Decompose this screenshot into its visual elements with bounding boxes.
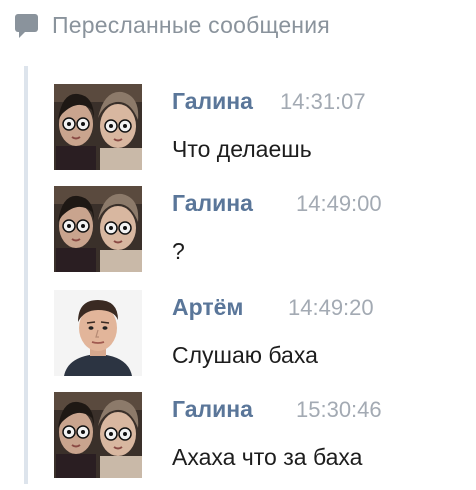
- message-text: Что делаешь: [172, 136, 312, 162]
- message-time[interactable]: 14:31:07: [280, 89, 366, 115]
- avatar[interactable]: [54, 290, 142, 376]
- message-item: Галина 14:31:07 Что делаешь: [52, 84, 462, 174]
- forward-indicator-line: [24, 66, 28, 484]
- message-item: Галина 15:30:46 Ахаха что за баха: [52, 392, 462, 482]
- message-author[interactable]: Галина: [172, 88, 253, 115]
- message-text: Слушаю баха: [172, 342, 318, 368]
- message-text: Ахаха что за баха: [172, 444, 363, 470]
- speech-bubble-icon: [14, 11, 40, 39]
- message-text: ?: [172, 238, 185, 264]
- message-time[interactable]: 15:30:46: [296, 397, 382, 423]
- message-author[interactable]: Артём: [172, 294, 243, 321]
- avatar[interactable]: [54, 392, 142, 478]
- message-item: Галина 14:49:00 ?: [52, 186, 462, 276]
- header-title: Пересланные сообщения: [52, 11, 330, 38]
- message-time[interactable]: 14:49:00: [296, 191, 382, 217]
- forwarded-messages-header: Пересланные сообщения: [14, 10, 330, 40]
- avatar[interactable]: [54, 186, 142, 272]
- message-item: Артём 14:49:20 Слушаю баха: [52, 290, 462, 380]
- avatar[interactable]: [54, 84, 142, 170]
- message-time[interactable]: 14:49:20: [288, 295, 374, 321]
- message-author[interactable]: Галина: [172, 396, 253, 423]
- message-author[interactable]: Галина: [172, 190, 253, 217]
